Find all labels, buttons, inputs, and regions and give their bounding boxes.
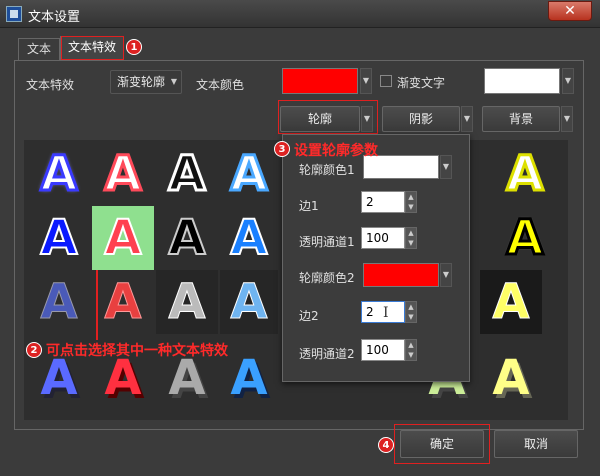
text-color-arrow[interactable]: ▼	[360, 68, 372, 94]
effect-tile[interactable]: A	[28, 270, 90, 334]
effect-tile[interactable]: A	[494, 206, 556, 270]
gradient-text-checkbox[interactable]	[380, 75, 392, 87]
outline-color2-arrow[interactable]: ▼	[440, 263, 452, 287]
badge-2: 2	[26, 342, 42, 358]
close-button[interactable]: ✕	[548, 1, 592, 21]
selection-pointer	[96, 270, 98, 340]
highlight-outline-button	[278, 100, 378, 134]
effect-tile[interactable]: A	[220, 206, 278, 270]
alpha1-stepper[interactable]: ▲ ▼	[405, 227, 417, 249]
background-button-arrow[interactable]: ▼	[561, 106, 573, 132]
edge2-stepper[interactable]: ▲ ▼	[405, 301, 417, 323]
gradient-color-swatch[interactable]	[484, 68, 560, 94]
effect-tile[interactable]: A	[28, 142, 90, 206]
ok-button[interactable]: 确定	[400, 430, 484, 458]
outline-color2-swatch[interactable]	[363, 263, 439, 287]
effect-tile[interactable]: A	[28, 206, 90, 270]
effect-glyph: A	[167, 146, 207, 202]
effect-dropdown-value: 渐变轮廓	[117, 75, 166, 89]
effect-tile[interactable]: A	[92, 270, 154, 334]
highlight-tab-effects	[61, 36, 124, 60]
effect-tile-selected[interactable]: A	[92, 206, 154, 270]
gradient-text-label: 渐变文字	[397, 76, 446, 90]
edge1-stepper[interactable]: ▲ ▼	[405, 191, 417, 213]
caption-outline-params: 设置轮廓参数	[294, 143, 378, 159]
outline-settings-popup: 轮廓颜色1 ▼ 边1 2 ▲ ▼ 透明通道1 100 ▲ ▼ 轮廓颜色2 ▼ 边2 …	[282, 134, 470, 382]
tab-text[interactable]: 文本	[18, 38, 60, 60]
shadow-button-arrow[interactable]: ▼	[461, 106, 473, 132]
effect-tile[interactable]: A	[480, 346, 542, 410]
edge1-label: 边1	[299, 199, 319, 213]
app-icon	[6, 6, 22, 22]
effect-glyph: A	[39, 210, 78, 266]
text-color-label: 文本颜色	[196, 78, 245, 92]
alpha2-input[interactable]: 100	[361, 339, 405, 361]
effect-dropdown[interactable]: 渐变轮廓 ▼	[110, 70, 182, 94]
text-color-swatch[interactable]	[282, 68, 358, 94]
effect-tile[interactable]: A	[220, 346, 278, 410]
alpha1-input[interactable]: 100	[361, 227, 405, 249]
effect-glyph: A	[492, 350, 530, 406]
alpha2-label: 透明通道2	[299, 347, 355, 361]
title-bar: 文本设置 ✕	[0, 0, 600, 28]
effect-tile[interactable]: A	[156, 142, 218, 206]
effect-glyph: A	[104, 350, 142, 406]
effect-tile[interactable]: A	[156, 270, 218, 334]
effect-glyph: A	[39, 146, 79, 202]
effect-glyph: A	[168, 274, 206, 330]
effect-tile[interactable]: A	[92, 142, 154, 206]
effect-glyph: A	[40, 350, 78, 406]
effect-glyph: A	[492, 274, 530, 330]
effect-glyph: A	[230, 350, 268, 406]
background-button-label: 背景	[508, 112, 533, 126]
caption-select-effect: 可点击选择其中一种文本特效	[46, 343, 228, 359]
background-button[interactable]: 背景	[482, 106, 560, 132]
shadow-button[interactable]: 阴影	[382, 106, 460, 132]
shadow-button-label: 阴影	[408, 112, 433, 126]
window-title: 文本设置	[28, 10, 81, 25]
effect-glyph: A	[230, 274, 268, 330]
edge2-label: 边2	[299, 309, 319, 323]
text-cursor-icon: I	[383, 305, 389, 321]
gradient-color-arrow[interactable]: ▼	[562, 68, 574, 94]
outline-color1-label: 轮廓颜色1	[299, 163, 355, 177]
chevron-down-icon: ▼	[170, 77, 177, 86]
effect-glyph: A	[40, 274, 78, 330]
alpha2-stepper[interactable]: ▲ ▼	[405, 339, 417, 361]
effect-tile[interactable]: A	[220, 270, 278, 334]
effect-tile[interactable]: A	[220, 142, 278, 206]
badge-1: 1	[126, 39, 142, 55]
edge1-input[interactable]: 2	[361, 191, 405, 213]
cancel-button-label: 取消	[523, 437, 548, 451]
ok-button-label: 确定	[429, 437, 454, 451]
effect-glyph: A	[103, 146, 143, 202]
effect-glyph: A	[229, 146, 269, 202]
badge-3: 3	[274, 141, 290, 157]
cancel-button[interactable]: 取消	[494, 430, 578, 458]
effect-tile[interactable]: A	[480, 270, 542, 334]
effect-glyph: A	[505, 146, 545, 202]
effect-glyph: A	[168, 350, 206, 406]
effect-glyph: A	[229, 210, 268, 266]
effect-tile[interactable]: A	[156, 206, 218, 270]
effect-glyph: A	[167, 210, 206, 266]
effect-glyph: A	[103, 210, 142, 266]
badge-4: 4	[378, 437, 394, 453]
effect-label: 文本特效	[26, 78, 75, 92]
effect-glyph: A	[505, 210, 545, 266]
effect-tile[interactable]: A	[494, 142, 556, 206]
effect-glyph: A	[104, 274, 142, 330]
outline-color1-arrow[interactable]: ▼	[440, 155, 452, 179]
alpha1-label: 透明通道1	[299, 235, 355, 249]
outline-color2-label: 轮廓颜色2	[299, 271, 355, 285]
